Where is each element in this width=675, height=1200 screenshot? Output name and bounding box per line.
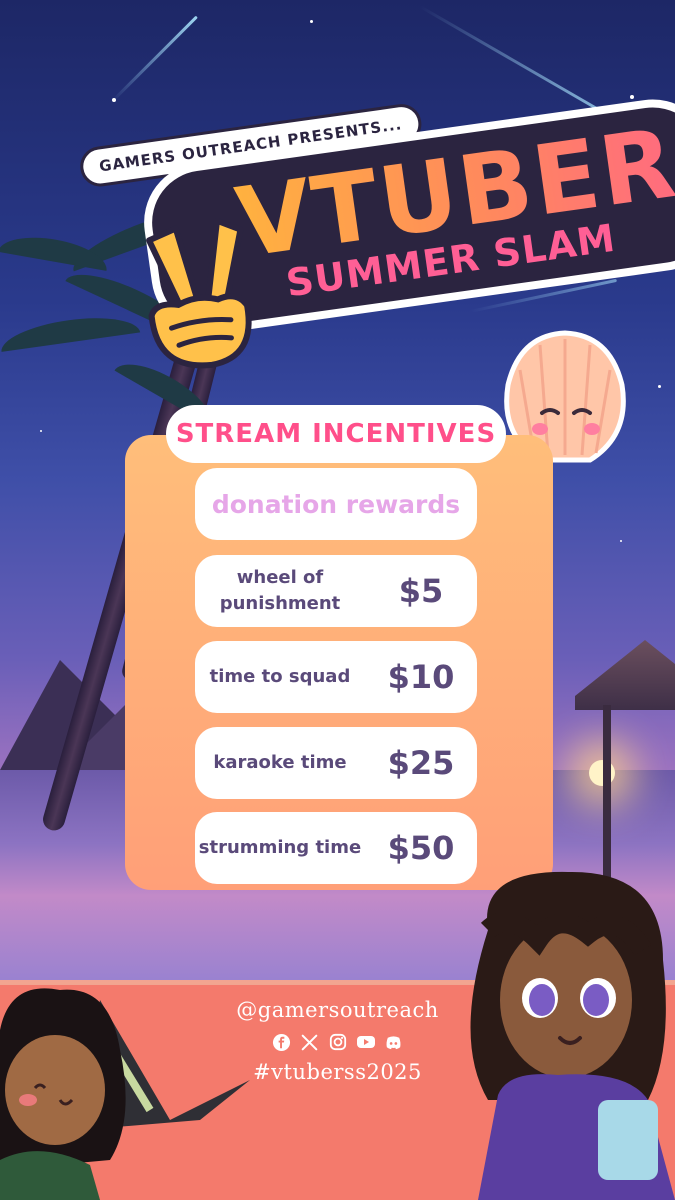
reward-price: $5	[398, 572, 444, 610]
discord-icon[interactable]	[384, 1032, 404, 1052]
social-handle[interactable]: @gamersoutreach	[230, 998, 445, 1022]
reward-name: time to squad	[209, 665, 351, 687]
star	[630, 95, 634, 99]
peace-sign-hand-icon	[146, 217, 252, 369]
reward-row: karaoke time $25	[195, 727, 477, 799]
shooting-star	[110, 15, 198, 103]
reward-name: strumming time	[198, 836, 362, 858]
beach-hut-roof	[575, 640, 675, 710]
donation-rewards-label-box: donation rewards	[195, 468, 477, 540]
x-icon[interactable]	[300, 1032, 320, 1052]
reward-price: $25	[387, 744, 455, 782]
social-footer: @gamersoutreach #vtuberss2025	[230, 998, 445, 1084]
setting-sun	[589, 760, 615, 786]
reward-name: karaoke time	[213, 751, 347, 773]
reward-row: strumming time $50	[195, 812, 477, 884]
vtuber-character-left	[0, 988, 250, 1200]
event-hashtag[interactable]: #vtuberss2025	[230, 1060, 445, 1084]
star	[620, 540, 622, 542]
beach-hut-pole	[603, 705, 611, 885]
star	[658, 385, 661, 388]
reward-row: wheel of punishment $5	[195, 555, 477, 627]
social-icons	[230, 1032, 445, 1052]
facebook-icon[interactable]	[272, 1032, 292, 1052]
incentives-header: STREAM INCENTIVES	[166, 405, 506, 463]
donation-rewards-label: donation rewards	[211, 489, 461, 519]
reward-price: $10	[387, 658, 455, 696]
vtuber-character-right	[470, 871, 675, 1200]
reward-price: $50	[387, 829, 455, 867]
star	[40, 430, 42, 432]
youtube-icon[interactable]	[356, 1032, 376, 1052]
incentives-title: STREAM INCENTIVES	[175, 419, 497, 449]
reward-name: wheel of punishment	[219, 566, 341, 614]
star	[310, 20, 313, 23]
instagram-icon[interactable]	[328, 1032, 348, 1052]
reward-row: time to squad $10	[195, 641, 477, 713]
event-poster: GAMERS OUTREACH PRESENTS... VTUBER SUMME…	[0, 0, 675, 1200]
